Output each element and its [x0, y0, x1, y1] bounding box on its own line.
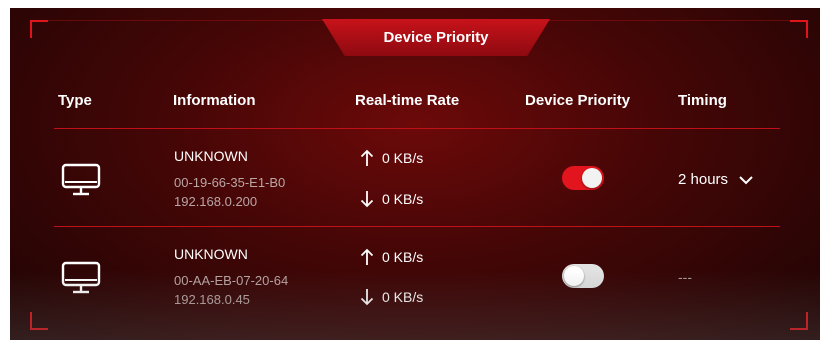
chevron-down-icon: [739, 175, 753, 184]
corner-top-right: [790, 20, 808, 38]
header-rate: Real-time Rate: [355, 92, 460, 109]
toggle-knob: [582, 168, 602, 188]
timing-value: 2 hours: [678, 171, 729, 188]
upload-rate-value: 0 KB/s: [382, 150, 424, 166]
corner-bottom-left: [30, 312, 48, 330]
upload-rate: 0 KB/s: [360, 248, 423, 266]
arrow-down-icon: [360, 191, 374, 208]
priority-toggle[interactable]: [562, 264, 604, 288]
timing-dropdown[interactable]: 2 hours: [678, 171, 754, 188]
upload-rate: 0 KB/s: [360, 149, 423, 167]
panel-title: Device Priority: [383, 29, 489, 46]
arrow-up-icon: [360, 149, 374, 166]
device-priority-panel: Device Priority Type Information Real-ti…: [10, 8, 820, 340]
arrow-up-icon: [360, 248, 374, 265]
arrow-down-icon: [360, 289, 374, 306]
download-rate: 0 KB/s: [360, 288, 423, 306]
toggle-knob: [564, 266, 584, 286]
corner-top-left: [30, 20, 48, 38]
device-ip: 192.168.0.45: [174, 292, 250, 307]
timing-value: ---: [678, 269, 692, 285]
download-rate-value: 0 KB/s: [382, 191, 424, 207]
corner-bottom-right: [790, 312, 808, 330]
header-type: Type: [58, 92, 92, 109]
device-mac: 00-AA-EB-07-20-64: [174, 273, 289, 288]
upload-rate-value: 0 KB/s: [382, 249, 424, 265]
header-timing: Timing: [678, 92, 727, 109]
download-rate-value: 0 KB/s: [382, 289, 424, 305]
panel-title-tab: Device Priority: [322, 19, 550, 56]
download-rate: 0 KB/s: [360, 190, 423, 208]
monitor-icon: [61, 261, 101, 294]
priority-toggle[interactable]: [562, 166, 604, 190]
device-ip: 192.168.0.200: [174, 194, 258, 209]
monitor-icon: [61, 163, 101, 196]
device-name: UNKNOWN: [174, 148, 248, 164]
header-divider: [54, 128, 780, 129]
row-divider: [54, 226, 780, 227]
device-name: UNKNOWN: [174, 246, 248, 262]
header-information: Information: [173, 92, 256, 109]
device-mac: 00-19-66-35-E1-B0: [174, 175, 286, 190]
header-priority: Device Priority: [525, 92, 631, 109]
